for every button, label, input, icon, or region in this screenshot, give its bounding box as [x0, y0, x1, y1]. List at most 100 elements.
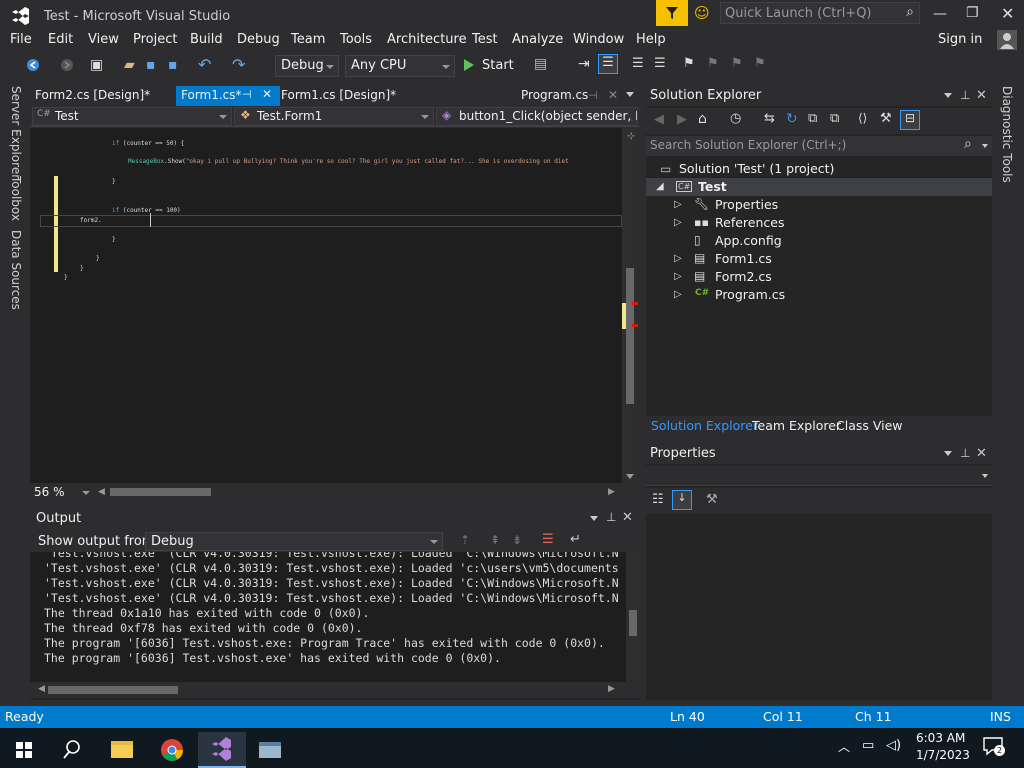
- pending-changes-icon[interactable]: ◷: [730, 111, 741, 126]
- clock-time[interactable]: 6:03 AM: [916, 731, 965, 745]
- word-wrap-icon[interactable]: ↵: [570, 532, 581, 547]
- forward-icon[interactable]: [60, 58, 74, 72]
- collapsed-arrow-icon[interactable]: ▷: [674, 271, 682, 282]
- scroll-thumb[interactable]: [626, 268, 634, 404]
- preview-selected-icon[interactable]: ⊟: [900, 110, 920, 130]
- property-pages-icon[interactable]: ⚒: [706, 492, 718, 507]
- redo-icon[interactable]: ↷: [232, 55, 245, 74]
- tree-project[interactable]: ◢ C# Test: [646, 178, 992, 196]
- pin-icon[interactable]: ⊥: [960, 88, 970, 102]
- refresh-icon[interactable]: ↻: [786, 111, 798, 127]
- menu-file[interactable]: File: [10, 32, 32, 47]
- tab-program-cs[interactable]: Program.cs: [516, 86, 593, 106]
- scroll-thumb[interactable]: [629, 610, 637, 636]
- pin-icon[interactable]: ⊣: [588, 89, 598, 102]
- horizontal-scroll-thumb[interactable]: [110, 488, 211, 496]
- clear-all-icon[interactable]: ☰: [542, 532, 554, 547]
- pin-icon[interactable]: ⊥: [960, 446, 970, 460]
- close-icon[interactable]: ✕: [976, 446, 987, 461]
- tree-item-properties[interactable]: ▷ 🔧︎ Properties: [646, 196, 992, 214]
- editor-vertical-scrollbar[interactable]: ⊹: [622, 128, 638, 483]
- forward-icon[interactable]: ▶: [677, 112, 687, 127]
- tab-form2-design[interactable]: Form2.cs [Design]*: [30, 86, 155, 106]
- search-icon[interactable]: ⌕: [964, 136, 972, 152]
- scroll-down-icon[interactable]: [626, 474, 634, 479]
- restore-button[interactable]: ❐: [966, 5, 979, 21]
- zoom-level-dropdown[interactable]: 56 %: [34, 485, 65, 499]
- search-options-icon[interactable]: [982, 144, 988, 148]
- diagnostic-tools-tab[interactable]: Diagnostic Tools: [1000, 86, 1014, 183]
- close-icon[interactable]: ✕: [622, 510, 633, 525]
- notifications-icon[interactable]: 2: [982, 736, 1005, 756]
- close-button[interactable]: ✕: [1001, 4, 1014, 23]
- menu-debug[interactable]: Debug: [237, 32, 280, 47]
- tab-form1-design[interactable]: Form1.cs [Design]*: [276, 86, 401, 106]
- tab-list-dropdown-icon[interactable]: [626, 92, 634, 97]
- data-sources-tab[interactable]: Data Sources: [9, 230, 23, 310]
- smiley-feedback-icon[interactable]: ☺: [694, 4, 710, 22]
- step-icon[interactable]: ⇥: [578, 56, 590, 72]
- tab-solution-explorer[interactable]: Solution Explorer: [651, 418, 758, 433]
- tab-form1-cs[interactable]: Form1.cs* ⊣ ✕: [176, 86, 280, 106]
- volume-icon[interactable]: ◁): [886, 738, 901, 753]
- file-explorer-icon[interactable]: [98, 732, 146, 768]
- output-horizontal-scrollbar[interactable]: ◀ ▶: [30, 682, 640, 698]
- visual-studio-taskbar-icon[interactable]: [198, 732, 246, 768]
- open-file-icon[interactable]: ▰: [124, 57, 135, 73]
- collapsed-arrow-icon[interactable]: ▷: [674, 217, 682, 228]
- back-icon[interactable]: [26, 58, 40, 72]
- menu-project[interactable]: Project: [133, 32, 177, 47]
- code-editor[interactable]: if (counter == 50) { MessageBox.Show("ok…: [40, 128, 622, 483]
- panel-options-icon[interactable]: [944, 451, 952, 456]
- horizontal-scroll-thumb[interactable]: [48, 686, 178, 694]
- menu-help[interactable]: Help: [636, 32, 666, 47]
- server-explorer-tab[interactable]: Server Explorer: [9, 86, 23, 179]
- home-icon[interactable]: ⌂: [698, 111, 707, 127]
- panel-options-icon[interactable]: [944, 93, 952, 98]
- pin-icon[interactable]: ⊥: [606, 510, 616, 524]
- undo-icon[interactable]: ↶: [198, 55, 211, 74]
- output-options-icon[interactable]: [590, 516, 598, 521]
- split-icon[interactable]: ⊹: [627, 131, 635, 142]
- collapsed-arrow-icon[interactable]: ▷: [674, 199, 682, 210]
- scroll-left-icon[interactable]: ◀: [38, 684, 45, 694]
- menu-analyze[interactable]: Analyze: [512, 32, 563, 47]
- properties-wrench-icon[interactable]: ⚒: [880, 111, 892, 126]
- menu-test[interactable]: Test: [472, 32, 498, 47]
- tree-item-form2[interactable]: ▷ ▤ Form2.cs: [646, 268, 992, 286]
- prev-bookmark-icon[interactable]: ⚑: [707, 56, 719, 71]
- menu-tools[interactable]: Tools: [340, 32, 372, 47]
- scroll-right-icon[interactable]: ▶: [608, 684, 615, 694]
- indent-icon[interactable]: ☰: [632, 56, 644, 71]
- sign-in-link[interactable]: Sign in: [938, 32, 982, 47]
- expanded-arrow-icon[interactable]: ◢: [656, 181, 664, 192]
- pin-icon[interactable]: ⊣: [242, 88, 252, 101]
- find-message-icon[interactable]: ⇡: [460, 533, 470, 547]
- save-icon[interactable]: ▪: [146, 57, 156, 73]
- menu-team[interactable]: Team: [291, 32, 325, 47]
- account-avatar-icon[interactable]: [997, 30, 1017, 50]
- properties-object-dropdown[interactable]: [646, 466, 992, 486]
- tab-close-icon[interactable]: ✕: [608, 88, 618, 102]
- attach-icon[interactable]: ▤: [534, 56, 547, 72]
- project-dropdown[interactable]: C# Test: [32, 107, 232, 126]
- solution-configuration-dropdown[interactable]: Debug: [275, 55, 339, 77]
- tab-class-view[interactable]: Class View: [836, 418, 903, 433]
- menu-edit[interactable]: Edit: [48, 32, 73, 47]
- tab-team-explorer[interactable]: Team Explorer: [752, 418, 841, 433]
- save-all-icon[interactable]: ▪: [168, 57, 178, 73]
- feedback-filter-icon[interactable]: [656, 0, 688, 26]
- show-hidden-icons[interactable]: ︿: [838, 738, 850, 755]
- windows-start-icon[interactable]: [0, 732, 48, 768]
- solution-platform-dropdown[interactable]: Any CPU: [345, 55, 455, 77]
- output-text[interactable]: 'Test.vshost.exe' (CLR v4.0.30319: Test.…: [30, 552, 626, 682]
- visual-studio-logo-icon[interactable]: [10, 6, 32, 26]
- close-icon[interactable]: ✕: [976, 88, 987, 103]
- bookmark-icon[interactable]: ⚑: [683, 56, 695, 71]
- chrome-icon[interactable]: [148, 732, 196, 768]
- solution-toggle-icon[interactable]: ☰: [598, 54, 618, 74]
- minimize-button[interactable]: —: [933, 6, 947, 22]
- clear-bookmarks-icon[interactable]: ⚑: [754, 56, 766, 71]
- class-dropdown[interactable]: ❖ Test.Form1: [234, 107, 434, 126]
- next-message-icon[interactable]: ⇟: [512, 533, 522, 547]
